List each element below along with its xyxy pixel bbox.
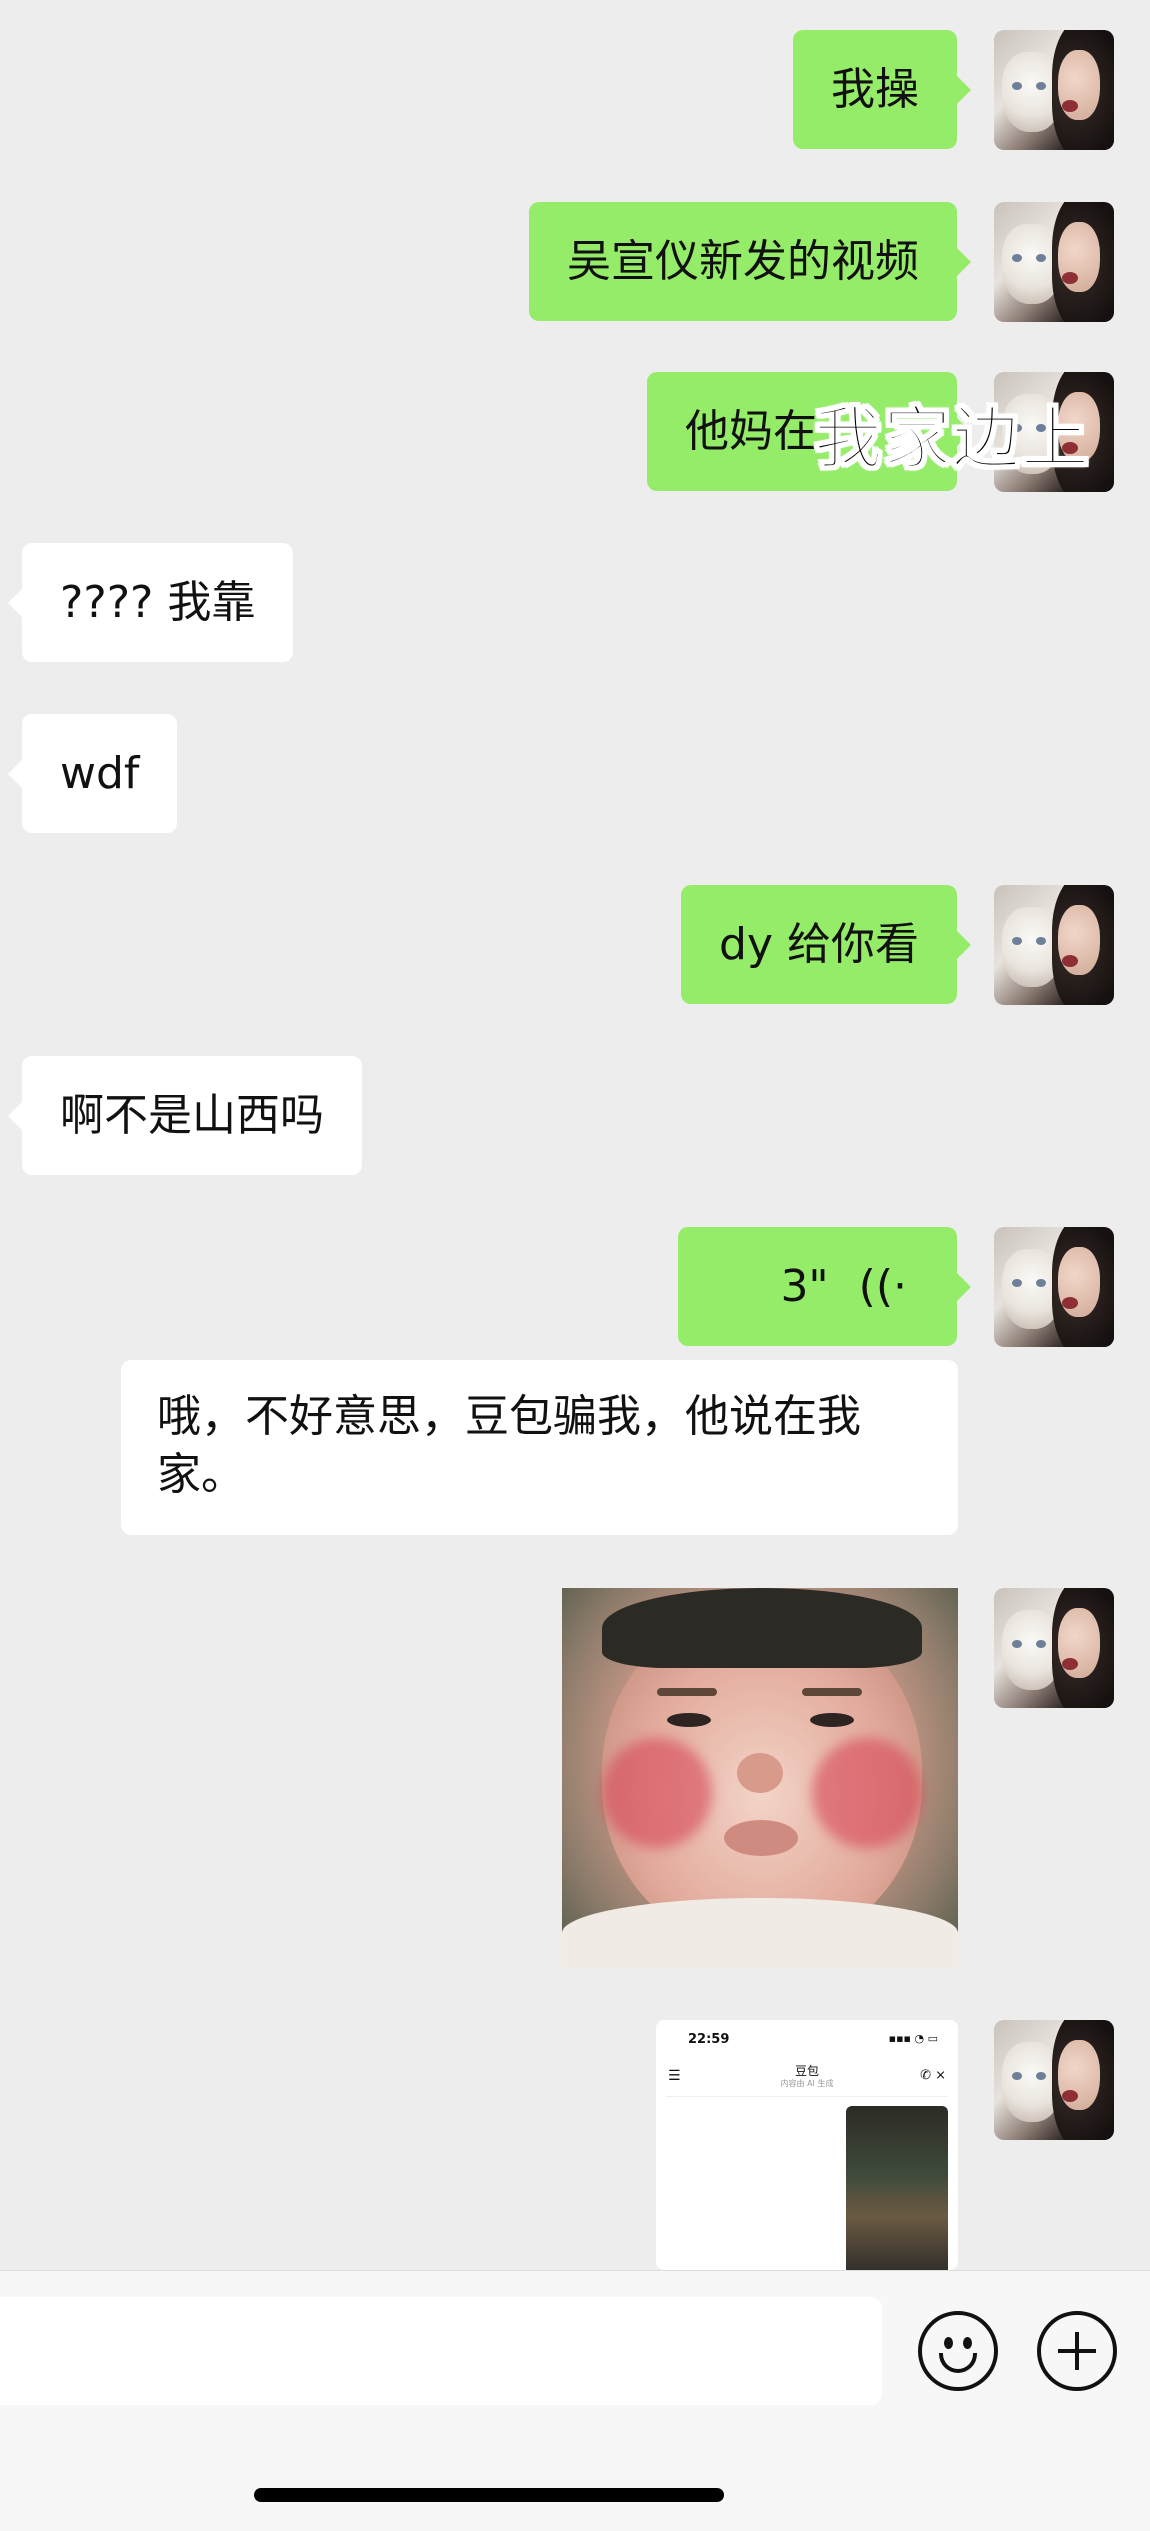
message-text: 啊不是山西吗 (60, 1089, 324, 1141)
avatar[interactable] (994, 1227, 1114, 1347)
status-icons: ▪▪▪ ◔ ▭ (888, 2032, 938, 2045)
emoji-icon[interactable] (918, 2311, 998, 2391)
avatar[interactable] (994, 2020, 1114, 2140)
video-thumbnail (846, 2106, 948, 2270)
shot-title: 豆包 (794, 2064, 819, 2078)
voice-transcript[interactable]: 哦，不好意思，豆包骗我，他说在我家。 (121, 1360, 958, 1535)
shot-subtitle: 内容由 AI 生成 (780, 2079, 834, 2088)
avatar[interactable] (994, 202, 1114, 322)
voice-message-bubble[interactable]: 3" ((· (678, 1227, 971, 1346)
call-icons: ✆ ⨯ (920, 2068, 946, 2083)
voice-wave-icon: ((· (858, 1260, 907, 1312)
message-bubble-sent[interactable]: dy 给你看 (681, 885, 971, 1004)
shot-time: 22:59 (688, 2032, 730, 2047)
message-bubble-received[interactable]: 啊不是山西吗 (8, 1056, 362, 1175)
message-text: wdf (60, 747, 140, 799)
avatar[interactable] (994, 885, 1114, 1005)
message-bubble-received[interactable]: ???? 我靠 (7, 543, 294, 662)
screenshot-image[interactable]: 22:59 ▪▪▪ ◔ ▭ ☰ 豆包 内容由 AI 生成 ✆ ⨯ (656, 2020, 958, 2270)
message-input[interactable] (0, 2297, 882, 2405)
message-bubble-sent[interactable]: 我操 (793, 30, 971, 149)
plus-icon[interactable] (1037, 2311, 1117, 2391)
voice-duration: 3" (780, 1260, 829, 1312)
overlay-caption: 我家边上 (813, 399, 1091, 480)
avatar[interactable] (994, 30, 1114, 150)
message-text: dy 给你看 (719, 918, 919, 970)
avatar[interactable] (994, 1588, 1114, 1708)
sticker-image[interactable] (562, 1588, 958, 1968)
message-bubble-received[interactable]: wdf (7, 714, 178, 833)
home-indicator[interactable] (254, 2488, 724, 2502)
message-bubble-sent[interactable]: 吴宣仪新发的视频 (529, 202, 971, 321)
message-text: 吴宣仪新发的视频 (567, 235, 919, 287)
message-text: ???? 我靠 (60, 576, 256, 628)
message-text: 我操 (831, 63, 919, 115)
